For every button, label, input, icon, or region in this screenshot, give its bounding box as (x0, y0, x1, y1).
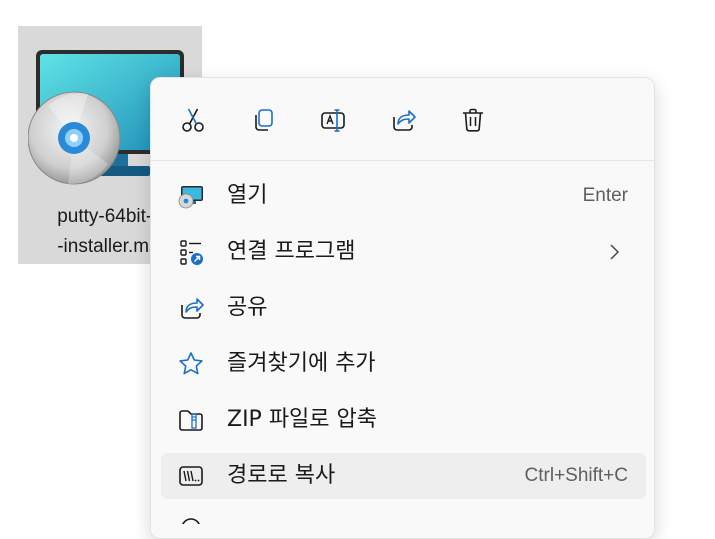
menu-item-copy-path-shortcut: Ctrl+Shift+C (524, 465, 628, 486)
rename-button[interactable] (311, 98, 355, 142)
menu-item-open-with[interactable]: 연결 프로그램 (161, 229, 646, 275)
menu-item-copy-path-label: 경로로 복사 (227, 463, 336, 488)
share-toolbar-button[interactable] (381, 98, 425, 142)
copy-path-icon (177, 462, 205, 490)
copy-button[interactable] (241, 98, 285, 142)
rename-icon (321, 109, 345, 132)
star-icon (177, 350, 205, 378)
open-icon (177, 182, 205, 210)
next-item-icon-partial (177, 514, 205, 524)
zip-folder-icon (177, 406, 205, 434)
share-icon (393, 110, 416, 131)
menu-item-add-favorites-label: 즐겨찾기에 추가 (227, 351, 376, 376)
copy-icon (255, 109, 273, 131)
share-icon (177, 294, 205, 322)
open-with-icon (177, 238, 205, 266)
menu-item-open-label: 열기 (227, 183, 268, 208)
menu-item-share[interactable]: 공유 (161, 285, 646, 331)
delete-button[interactable] (451, 98, 495, 142)
context-menu: 열기 Enter 연결 프로그램 공유 즐겨찾기에 추가 ZIP 파일로 압축 … (150, 77, 655, 539)
menu-item-open-shortcut: Enter (582, 185, 628, 206)
menu-item-compress-zip[interactable]: ZIP 파일로 압축 (161, 397, 646, 443)
menu-item-share-label: 공유 (227, 295, 268, 320)
context-menu-toolbar (151, 78, 654, 161)
menu-item-open[interactable]: 열기 Enter (161, 173, 646, 219)
delete-icon (463, 108, 483, 132)
menu-item-add-favorites[interactable]: 즐겨찾기에 추가 (161, 341, 646, 387)
chevron-right-icon (610, 244, 620, 260)
menu-item-compress-zip-label: ZIP 파일로 압축 (227, 407, 378, 432)
menu-item-open-with-label: 연결 프로그램 (227, 239, 356, 264)
cut-button[interactable] (171, 98, 215, 142)
menu-item-copy-path[interactable]: 경로로 복사 Ctrl+Shift+C (161, 453, 646, 499)
cut-icon (182, 108, 204, 132)
